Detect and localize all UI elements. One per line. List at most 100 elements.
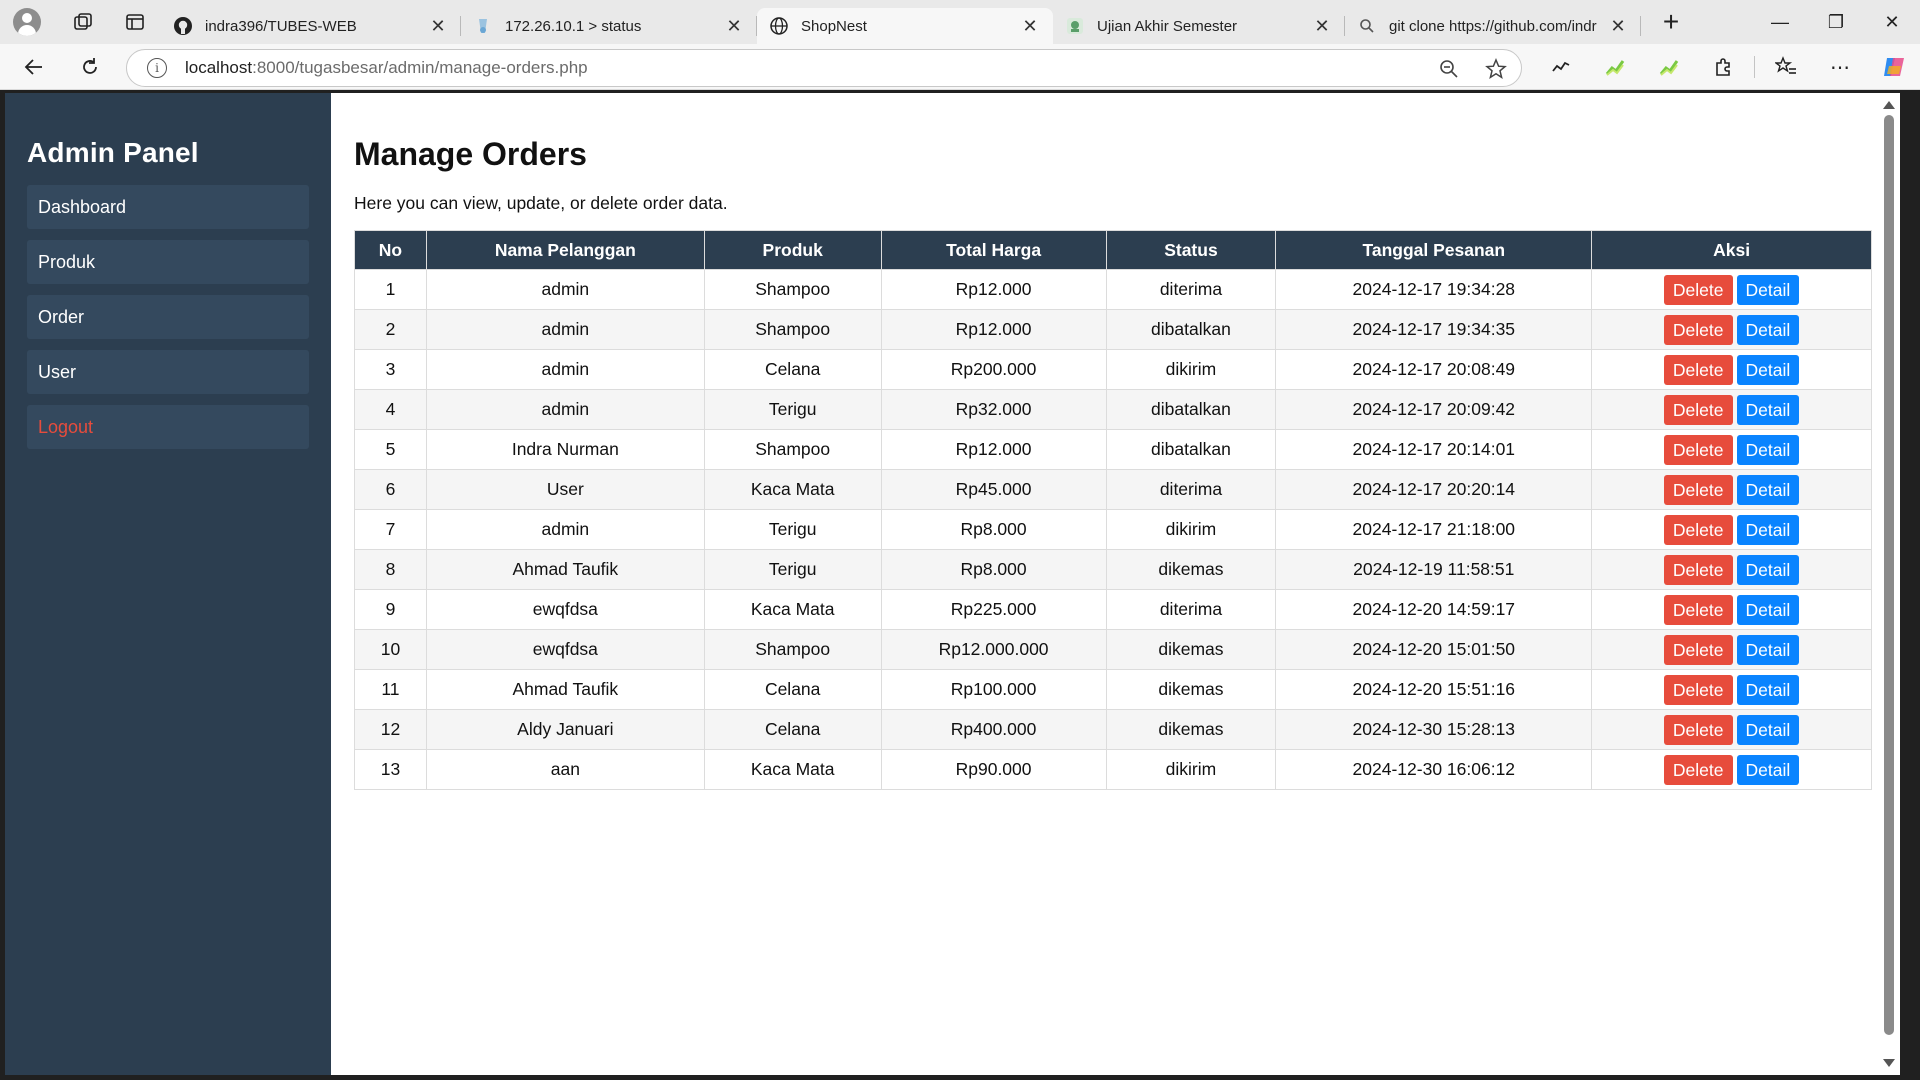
browser-tab-github[interactable]: indra396/TUBES-WEB ✕ — [161, 8, 461, 44]
table-row: 2 admin Shampoo Rp12.000 dibatalkan 2024-12-1… — [354, 309, 1872, 350]
sidebar-item-produk[interactable]: Produk — [27, 240, 309, 284]
favorites-list-icon[interactable] — [1759, 44, 1813, 90]
total-price-cell: Rp45.000 — [880, 469, 1107, 510]
reload-button[interactable] — [68, 47, 112, 87]
delete-button[interactable]: Delete — [1663, 474, 1733, 505]
minimize-icon[interactable]: — — [1752, 0, 1808, 44]
orders-table-body: 1 admin Shampoo Rp12.000 diterima 2024-12-17 … — [354, 269, 1872, 790]
scrollbar-thumb[interactable] — [1884, 115, 1894, 1035]
tab-title: Ujian Akhir Semester — [1097, 17, 1238, 35]
restore-icon[interactable]: ❐ — [1808, 0, 1864, 44]
detail-button[interactable]: Detail — [1736, 754, 1800, 785]
browser-tab-strip: indra396/TUBES-WEB ✕ 172.26.10.1 > statu… — [0, 0, 1920, 44]
detail-button[interactable]: Detail — [1736, 674, 1800, 705]
close-tab-icon[interactable]: ✕ — [1019, 15, 1041, 37]
tab-actions-button[interactable] — [113, 0, 157, 44]
browser-tab-shopnest[interactable]: ShopNest ✕ — [757, 8, 1053, 44]
delete-button[interactable]: Delete — [1663, 314, 1733, 345]
actions-cell: Delete Detail — [1591, 429, 1872, 470]
sidebar-item-logout[interactable]: Logout — [27, 405, 309, 449]
toolbar-divider — [1754, 56, 1755, 78]
detail-button[interactable]: Detail — [1736, 554, 1800, 585]
delete-button[interactable]: Delete — [1663, 394, 1733, 425]
scroll-down-icon[interactable] — [1883, 1059, 1895, 1067]
delete-button[interactable]: Delete — [1663, 714, 1733, 745]
order-number-cell: 3 — [354, 349, 427, 390]
zoom-out-icon[interactable] — [1439, 59, 1459, 79]
order-date-cell: 2024-12-30 15:28:13 — [1275, 709, 1593, 750]
order-number-cell: 8 — [354, 549, 427, 590]
delete-button[interactable]: Delete — [1663, 274, 1733, 305]
detail-button[interactable]: Detail — [1736, 394, 1800, 425]
detail-button[interactable]: Detail — [1736, 274, 1800, 305]
sidebar-item-dashboard[interactable]: Dashboard — [27, 185, 309, 229]
detail-button[interactable]: Detail — [1736, 434, 1800, 465]
close-window-icon[interactable]: ✕ — [1864, 0, 1920, 44]
order-status-cell: dikemas — [1105, 549, 1277, 590]
customer-name-cell: Indra Nurman — [425, 429, 705, 470]
order-date-cell: 2024-12-17 20:20:14 — [1275, 469, 1593, 510]
customer-name-cell: Ahmad Taufik — [425, 669, 705, 710]
order-status-cell: dikemas — [1105, 669, 1277, 710]
delete-button[interactable]: Delete — [1663, 754, 1733, 785]
column-header: Aksi — [1591, 230, 1872, 270]
url-text[interactable]: localhost:8000/tugasbesar/admin/manage-o… — [185, 58, 588, 78]
site-info-icon[interactable]: i — [147, 58, 167, 78]
detail-button[interactable]: Detail — [1736, 514, 1800, 545]
workspaces-button[interactable] — [61, 0, 105, 44]
actions-cell: Delete Detail — [1591, 309, 1872, 350]
page-scrollbar[interactable] — [1878, 93, 1900, 1075]
sidebar-item-user[interactable]: User — [27, 350, 309, 394]
delete-button[interactable]: Delete — [1663, 554, 1733, 585]
actions-cell: Delete Detail — [1591, 349, 1872, 390]
copilot-icon[interactable] — [1867, 44, 1920, 90]
order-number-cell: 11 — [354, 669, 427, 710]
back-arrow-icon — [24, 58, 42, 75]
new-tab-button[interactable]: + — [1649, 0, 1693, 44]
favorite-star-icon[interactable] — [1485, 58, 1507, 80]
detail-button[interactable]: Detail — [1736, 354, 1800, 385]
order-date-cell: 2024-12-17 20:14:01 — [1275, 429, 1593, 470]
browser-tab-router[interactable]: 172.26.10.1 > status ✕ — [461, 8, 757, 44]
url-host: localhost — [185, 58, 253, 77]
delete-button[interactable]: Delete — [1663, 634, 1733, 665]
extensions-puzzle-icon[interactable] — [1696, 44, 1750, 90]
scroll-up-icon[interactable] — [1883, 101, 1895, 109]
extension-chart-icon-2[interactable] — [1642, 44, 1696, 90]
browser-tab-uas[interactable]: Ujian Akhir Semester ✕ — [1053, 8, 1345, 44]
close-tab-icon[interactable]: ✕ — [1607, 15, 1629, 37]
tab-title: git clone https://github.com/indr — [1389, 17, 1597, 35]
delete-button[interactable]: Delete — [1663, 674, 1733, 705]
extension-chart-icon[interactable] — [1588, 44, 1642, 90]
total-price-cell: Rp12.000 — [880, 269, 1107, 310]
detail-button[interactable]: Detail — [1736, 594, 1800, 625]
total-price-cell: Rp100.000 — [880, 669, 1107, 710]
more-menu-icon[interactable]: ⋯ — [1813, 44, 1867, 90]
total-price-cell: Rp12.000.000 — [880, 629, 1107, 670]
detail-button[interactable]: Detail — [1736, 634, 1800, 665]
table-row: 6 User Kaca Mata Rp45.000 diterima 2024-12-17… — [354, 469, 1872, 510]
detail-button[interactable]: Detail — [1736, 714, 1800, 745]
profile-button[interactable] — [5, 0, 49, 44]
delete-button[interactable]: Delete — [1663, 354, 1733, 385]
order-status-cell: diterima — [1105, 469, 1277, 510]
address-bar[interactable]: i localhost:8000/tugasbesar/admin/manage… — [126, 49, 1522, 87]
close-tab-icon[interactable]: ✕ — [1311, 15, 1333, 37]
profile-avatar-icon — [13, 8, 41, 36]
detail-button[interactable]: Detail — [1736, 474, 1800, 505]
close-tab-icon[interactable]: ✕ — [723, 15, 745, 37]
performance-icon[interactable] — [1534, 44, 1588, 90]
delete-button[interactable]: Delete — [1663, 514, 1733, 545]
close-tab-icon[interactable]: ✕ — [427, 15, 449, 37]
column-header: No — [354, 230, 427, 270]
browser-tab-git-search[interactable]: git clone https://github.com/indr ✕ — [1345, 8, 1641, 44]
total-price-cell: Rp12.000 — [880, 429, 1107, 470]
detail-button[interactable]: Detail — [1736, 314, 1800, 345]
delete-button[interactable]: Delete — [1663, 594, 1733, 625]
delete-button[interactable]: Delete — [1663, 434, 1733, 465]
product-name-cell: Kaca Mata — [703, 469, 882, 510]
sidebar-item-order[interactable]: Order — [27, 295, 309, 339]
total-price-cell: Rp200.000 — [880, 349, 1107, 390]
customer-name-cell: admin — [425, 269, 705, 310]
back-button[interactable] — [12, 47, 56, 87]
